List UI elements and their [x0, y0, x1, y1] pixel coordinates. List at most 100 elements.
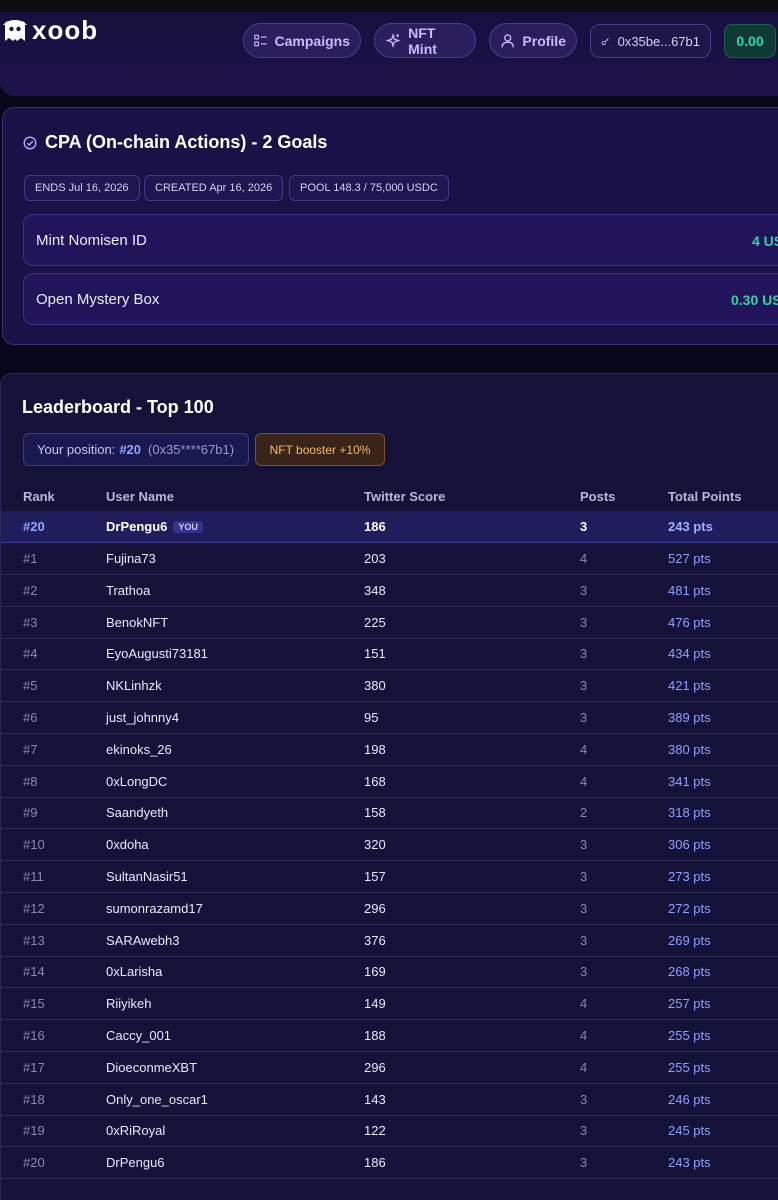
table-row[interactable]: #13 SARAwebh3 376 3 269 pts: [1, 925, 778, 957]
cell-rank: #7: [23, 741, 38, 757]
cell-rank: #15: [23, 996, 45, 1012]
cell-points: 380 pts: [668, 741, 711, 757]
cell-user: 0xLongDC: [106, 773, 168, 789]
table-row[interactable]: #17 DioeconmeXBT 296 4 255 pts: [1, 1052, 778, 1084]
cell-user: DrPengu6: [106, 1155, 165, 1171]
cell-points: 255 pts: [668, 1028, 711, 1043]
col-posts: Posts: [580, 489, 616, 504]
cell-posts: 3: [580, 1155, 588, 1171]
cell-score: 225: [364, 614, 386, 630]
goal-name: Mint Nomisen ID: [36, 232, 147, 249]
cell-points: 243 pts: [668, 1155, 711, 1171]
cell-posts: 3: [580, 964, 588, 980]
cell-points: 434 pts: [668, 646, 711, 662]
balance-value: 0.00: [736, 33, 764, 49]
position-rank: #20: [119, 442, 142, 457]
cell-posts: 4: [580, 741, 588, 757]
nav-campaigns-label: Campaigns: [274, 32, 350, 49]
table-row[interactable]: #10 0xdoha 320 3 306 pts: [1, 829, 778, 862]
position-label: Your position:: [37, 442, 116, 457]
cell-score: 168: [364, 773, 386, 789]
cell-points: 255 pts: [668, 1059, 711, 1075]
table-row-you[interactable]: #20 DrPengu6 YOU 186 3 243 pts: [1, 511, 778, 543]
cell-points: 273 pts: [668, 869, 711, 884]
ghost-mascot-icon: [3, 20, 27, 41]
header-tail: [0, 68, 778, 96]
cell-points: 481 pts: [668, 582, 711, 598]
wallet-address: 0x35be...67b1: [617, 33, 700, 49]
cell-user: BenokNFT: [106, 614, 169, 630]
nav-campaigns[interactable]: Campaigns: [243, 23, 361, 58]
wallet-button[interactable]: 0x35be...67b1: [590, 24, 711, 58]
cell-points: 527 pts: [668, 551, 711, 566]
cell-points: 476 pts: [668, 614, 711, 630]
cell-user: Saandyeth: [106, 805, 169, 821]
cell-posts: 3: [580, 614, 588, 630]
table-row[interactable]: #8 0xLongDC 168 4 341 pts: [1, 766, 778, 798]
nft-booster-badge: NFT booster +10%: [255, 433, 385, 466]
cell-user: DioeconmeXBT: [106, 1059, 198, 1075]
brand-logo[interactable]: xoob: [2, 15, 98, 45]
table-row[interactable]: #18 Only_one_oscar1 143 3 246 pts: [1, 1084, 778, 1116]
nav-nft-mint[interactable]: NFT Mint: [374, 23, 476, 58]
table-row[interactable]: #3 BenokNFT 225 3 476 pts: [1, 607, 778, 639]
cell-rank: #20: [23, 1155, 45, 1171]
cell-user: Trathoa: [106, 582, 151, 598]
cell-rank: #3: [23, 614, 38, 630]
table-row[interactable]: #15 Riiyikeh 149 4 257 pts: [1, 988, 778, 1021]
user-icon: [501, 34, 514, 48]
cell-score: 320: [364, 837, 386, 853]
table-row[interactable]: #19 0xRiRoyal 122 3 245 pts: [1, 1115, 778, 1148]
cell-score: 296: [364, 900, 386, 916]
cell-posts: 4: [580, 1028, 588, 1043]
cell-score: 95: [364, 710, 379, 725]
cell-rank: #1: [23, 551, 38, 566]
cpa-title: CPA (On-chain Actions) - 2 Goals: [23, 132, 327, 153]
cell-points: 257 pts: [668, 996, 711, 1012]
cell-rank: #18: [23, 1091, 45, 1107]
cell-score: 149: [364, 996, 386, 1012]
cell-posts: 3: [580, 1123, 588, 1139]
cell-score: 151: [364, 646, 386, 662]
cell-posts: 3: [580, 519, 588, 534]
cell-posts: 3: [580, 646, 588, 662]
cell-score: 157: [364, 869, 386, 884]
table-row[interactable]: #16 Caccy_001 188 4 255 pts: [1, 1020, 778, 1052]
nav-nft-mint-label: NFT Mint: [408, 24, 437, 57]
table-row[interactable]: #20 DrPengu6 186 3 243 pts: [1, 1147, 778, 1180]
table-row[interactable]: #9 Saandyeth 158 2 318 pts: [1, 797, 778, 830]
table-row[interactable]: #12 sumonrazamd17 296 3 272 pts: [1, 893, 778, 925]
col-twitter-score: Twitter Score: [364, 489, 446, 504]
cell-user: Riiyikeh: [106, 996, 152, 1012]
table-row[interactable]: #14 0xLarisha 169 3 268 pts: [1, 956, 778, 989]
cell-rank: #17: [23, 1059, 45, 1075]
goal-row-mystery-box[interactable]: Open Mystery Box 0.30 US: [23, 273, 778, 325]
cell-posts: 3: [580, 932, 588, 948]
cell-score: 169: [364, 964, 386, 980]
table-row[interactable]: #2 Trathoa 348 3 481 pts: [1, 575, 778, 607]
table-row[interactable]: #11 SultanNasir51 157 3 273 pts: [1, 861, 778, 893]
cell-posts: 3: [580, 678, 588, 694]
table-row[interactable]: #4 EyoAugusti73181 151 3 434 pts: [1, 638, 778, 671]
table-row[interactable]: #7 ekinoks_26 198 4 380 pts: [1, 734, 778, 766]
cell-rank: #16: [23, 1028, 45, 1043]
cpa-title-text: CPA (On-chain Actions) - 2 Goals: [45, 132, 328, 152]
table-row[interactable]: #5 NKLinhzk 380 3 421 pts: [1, 670, 778, 703]
table-row[interactable]: #6 just_johnny4 95 3 389 pts: [1, 702, 778, 734]
goal-row-mint[interactable]: Mint Nomisen ID 4 US: [23, 214, 778, 266]
balance-badge[interactable]: 0.00: [724, 24, 776, 58]
cell-rank: #11: [23, 869, 44, 884]
cell-score: 188: [364, 1028, 386, 1043]
leaderboard-title: Leaderboard - Top 100: [22, 397, 214, 417]
table-row[interactable]: #1 Fujina73 203 4 527 pts: [1, 543, 778, 575]
cell-rank: #2: [23, 582, 38, 598]
cell-user: 0xdoha: [106, 837, 149, 853]
cell-posts: 4: [580, 773, 588, 789]
grid-list-icon: [254, 34, 267, 47]
cell-rank: #8: [23, 773, 38, 789]
cell-posts: 4: [580, 1059, 588, 1075]
nav-profile[interactable]: Profile: [489, 23, 577, 58]
cell-user: SultanNasir51: [106, 869, 188, 884]
cell-score: 376: [364, 932, 386, 948]
cell-points: 245 pts: [668, 1123, 711, 1139]
